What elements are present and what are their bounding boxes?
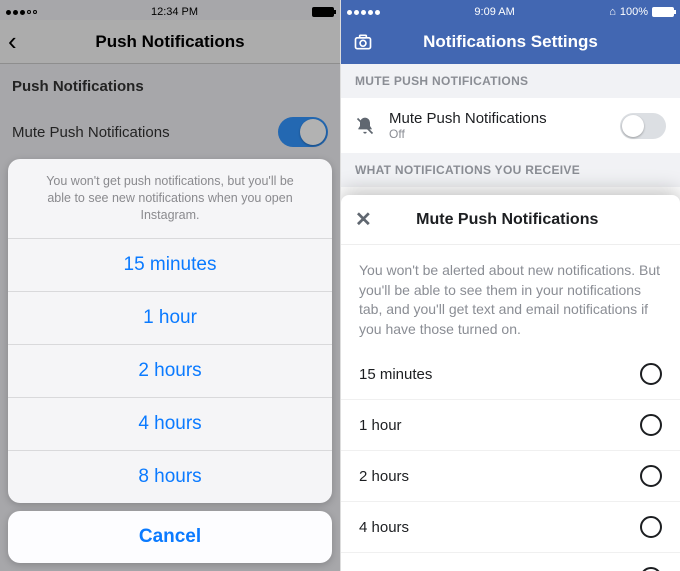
- radio-icon: [640, 567, 662, 571]
- status-bar: 9:09 AM ⌂ 100%: [341, 0, 680, 20]
- option-15-minutes[interactable]: 15 minutes: [341, 349, 680, 400]
- battery-icon: [652, 7, 674, 17]
- bluetooth-icon: ⌂: [609, 6, 616, 18]
- radio-icon: [640, 414, 662, 436]
- mute-actionsheet: You won't get push notifications, but yo…: [8, 159, 332, 563]
- option-2-hours[interactable]: 2 hours: [8, 345, 332, 398]
- facebook-screen: 9:09 AM ⌂ 100% Notifications Settings MU…: [340, 0, 680, 571]
- option-8-hours[interactable]: 8 hours: [8, 451, 332, 503]
- radio-icon: [640, 465, 662, 487]
- status-time: 9:09 AM: [474, 6, 514, 18]
- mute-sub: Off: [389, 127, 547, 141]
- sheet-description: You won't be alerted about new notificat…: [341, 245, 680, 349]
- mute-bottomsheet: ✕ Mute Push Notifications You won't be a…: [341, 195, 680, 571]
- instagram-screen: 12:34 PM ‹ Push Notifications Push Notif…: [0, 0, 340, 571]
- signal-dots-icon: [347, 10, 380, 15]
- radio-icon: [640, 363, 662, 385]
- option-1-hour[interactable]: 1 hour: [341, 400, 680, 451]
- option-4-hours[interactable]: 4 hours: [8, 398, 332, 451]
- bell-mute-icon: [355, 116, 375, 136]
- option-8-hours[interactable]: 8 hours: [341, 553, 680, 571]
- option-2-hours[interactable]: 2 hours: [341, 451, 680, 502]
- page-title: Notifications Settings: [341, 32, 680, 52]
- option-4-hours[interactable]: 4 hours: [341, 502, 680, 553]
- actionsheet-message: You won't get push notifications, but yo…: [8, 159, 332, 239]
- radio-icon: [640, 516, 662, 538]
- section-receive-header: WHAT NOTIFICATIONS YOU RECEIVE: [341, 153, 680, 187]
- battery-text: 100%: [620, 6, 648, 18]
- section-mute-header: MUTE PUSH NOTIFICATIONS: [341, 64, 680, 98]
- option-15-minutes[interactable]: 15 minutes: [8, 239, 332, 292]
- camera-icon[interactable]: [353, 32, 373, 52]
- option-1-hour[interactable]: 1 hour: [8, 292, 332, 345]
- sheet-title: Mute Push Notifications: [352, 211, 663, 229]
- cancel-button[interactable]: Cancel: [8, 511, 332, 563]
- mute-label: Mute Push Notifications: [389, 110, 547, 127]
- mute-row[interactable]: Mute Push Notifications Off: [341, 98, 680, 153]
- navbar: Notifications Settings: [341, 20, 680, 64]
- mute-switch[interactable]: [620, 113, 666, 139]
